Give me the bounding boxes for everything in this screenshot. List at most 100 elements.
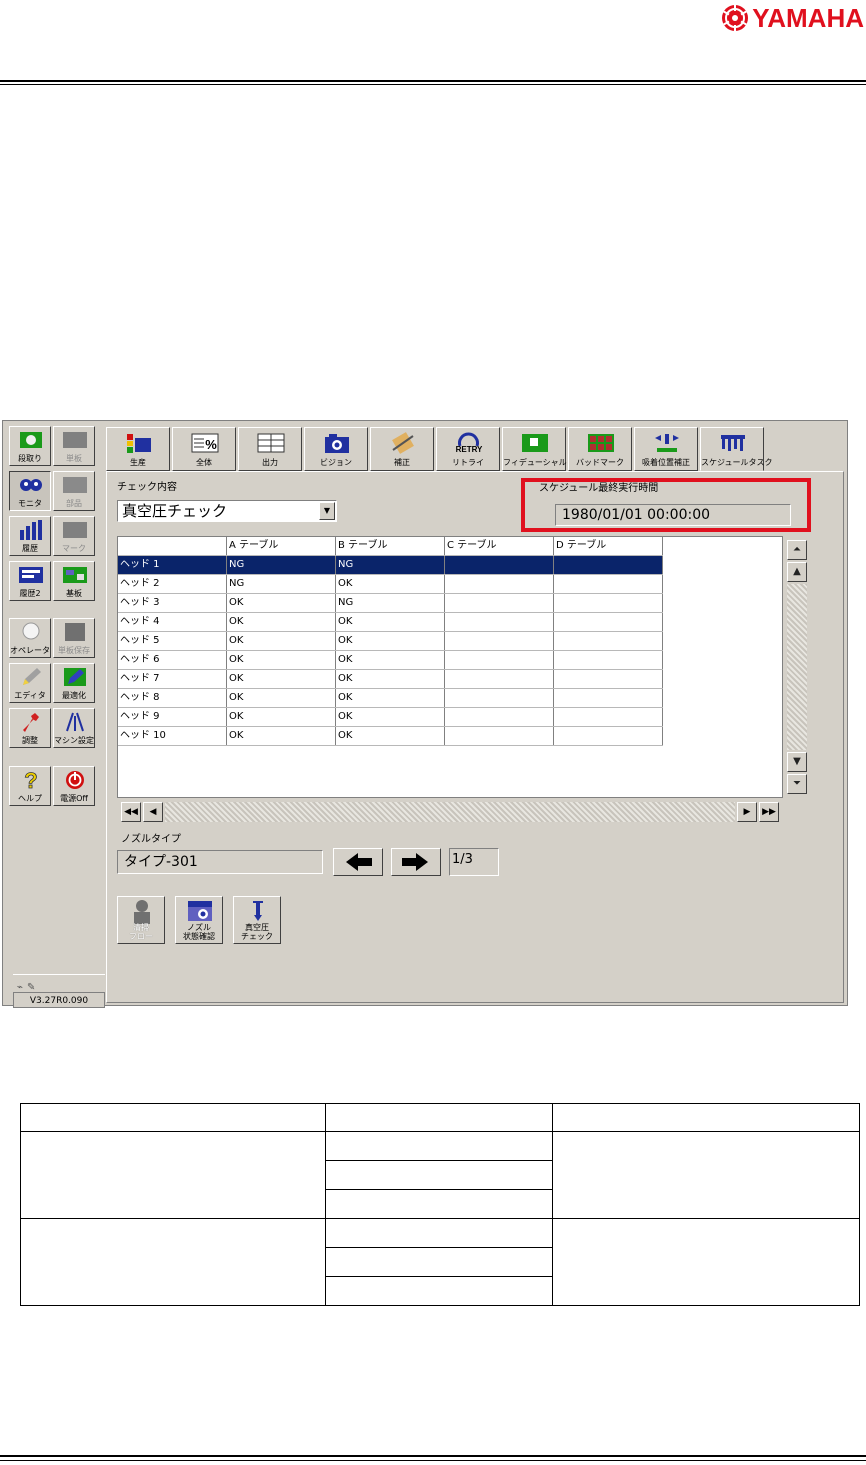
table-cell: OK: [226, 669, 336, 689]
adjust-button[interactable]: 調整: [9, 708, 51, 748]
table-row[interactable]: ヘッド 7 OK OK: [118, 669, 663, 689]
left-panel: 段取り 単板 モニタ 部品 履歴 マーク 履歴2 基板 オペレータ 単板保存 エ…: [7, 426, 105, 1008]
doc-cell: [325, 1276, 553, 1306]
scroll-bottom-button[interactable]: ⏷: [787, 774, 807, 794]
scroll-left-button[interactable]: ◀: [143, 802, 163, 822]
status-icons: ⌁ ✎: [13, 974, 105, 993]
pickup-position-icon: [655, 434, 679, 452]
table-cell: [444, 726, 554, 746]
power-icon: [66, 771, 84, 789]
setup-icon: [20, 432, 42, 448]
table-cell: [444, 707, 554, 727]
fiducial-icon: [522, 434, 548, 452]
table-cell: [553, 612, 663, 632]
vacuum-check-button[interactable]: 真空圧 チェック: [233, 896, 281, 944]
tab-output[interactable]: 出力: [238, 427, 302, 471]
chevron-down-icon[interactable]: ▼: [319, 502, 335, 520]
doc-cell: [325, 1218, 553, 1248]
table-row[interactable]: ヘッド 6 OK OK: [118, 650, 663, 670]
column-header: B テーブル: [335, 537, 445, 556]
tab-fiducial[interactable]: フィデューシャル: [502, 427, 567, 471]
scroll-up-button[interactable]: ▲: [787, 562, 807, 582]
history2-button[interactable]: 履歴2: [9, 561, 51, 601]
tab-vision[interactable]: ビジョン: [304, 427, 368, 471]
save-board-button[interactable]: 単板保存: [53, 618, 95, 658]
table-row[interactable]: ヘッド 1 NG NG: [118, 555, 663, 575]
table-row[interactable]: ヘッド 10 OK OK: [118, 726, 663, 746]
optimize-icon: [64, 668, 86, 686]
table-row: [20, 1218, 860, 1306]
editor-button[interactable]: エディタ: [9, 663, 51, 703]
vertical-scrollbar[interactable]: ⏶ ▲ ▼ ⏷: [785, 536, 809, 798]
power-off-button[interactable]: 電源Off: [53, 766, 95, 806]
tab-correction[interactable]: 補正: [370, 427, 434, 471]
cleaning-flow-button[interactable]: 清掃 フロー: [117, 896, 165, 944]
scroll-last-button[interactable]: ▶▶: [759, 802, 779, 822]
table-cell: OK: [335, 688, 445, 708]
tab-pickup-position[interactable]: 吸着位置補正: [634, 427, 698, 471]
history-button[interactable]: 履歴: [9, 516, 51, 556]
table-row: [20, 1131, 860, 1219]
tab-bar: 生産 % 全体 出力 ビジョン 補正 RETRY リトライ フィデューシャル バ…: [106, 427, 844, 471]
table-cell: OK: [226, 650, 336, 670]
tab-badmark[interactable]: バッドマーク: [568, 427, 632, 471]
table-cell: [444, 669, 554, 689]
logo-text: YAMAHA: [752, 2, 864, 33]
scroll-right-button[interactable]: ▶: [737, 802, 757, 822]
horizontal-scroll-track[interactable]: [165, 802, 735, 822]
table-cell: [553, 707, 663, 727]
machine-settings-button[interactable]: マシン設定: [53, 708, 95, 748]
tab-overall[interactable]: % 全体: [172, 427, 236, 471]
scroll-top-button[interactable]: ⏶: [787, 540, 807, 560]
mark-button[interactable]: マーク: [53, 516, 95, 556]
table-row[interactable]: ヘッド 5 OK OK: [118, 631, 663, 651]
table-cell: [553, 650, 663, 670]
column-header: D テーブル: [553, 537, 663, 556]
nozzle-type-field: タイプ-301: [117, 850, 323, 874]
tab-schedule-task[interactable]: スケジュールタスク: [700, 427, 772, 471]
editor-icon: [23, 668, 41, 685]
history-icon: [20, 520, 42, 540]
optimize-button[interactable]: 最適化: [53, 663, 95, 703]
doc-header-row: [20, 1103, 860, 1132]
table-row[interactable]: ヘッド 2 NG OK: [118, 574, 663, 594]
help-button[interactable]: ? ヘルプ: [9, 766, 51, 806]
board-button[interactable]: 単板: [53, 426, 95, 466]
vertical-scroll-track[interactable]: [787, 584, 807, 750]
doc-cell: [325, 1247, 553, 1277]
header-rule: [0, 80, 866, 82]
pcb-button[interactable]: 基板: [53, 561, 95, 601]
tab-production[interactable]: 生産: [106, 427, 170, 471]
camera-icon: [325, 434, 349, 453]
schedule-last-run-label: スケジュール最終実行時間: [539, 483, 659, 494]
parts-button[interactable]: 部品: [53, 471, 95, 511]
table-row[interactable]: ヘッド 8 OK OK: [118, 688, 663, 708]
operator-button[interactable]: オペレータ: [9, 618, 51, 658]
horizontal-scrollbar[interactable]: ◀◀ ◀ ▶ ▶▶: [117, 800, 783, 824]
setup-button[interactable]: 段取り: [9, 426, 51, 466]
check-content-select[interactable]: 真空圧チェック ▼: [117, 500, 337, 522]
scroll-down-button[interactable]: ▼: [787, 752, 807, 772]
table-cell: [553, 688, 663, 708]
scroll-first-button[interactable]: ◀◀: [121, 802, 141, 822]
table-row[interactable]: ヘッド 9 OK OK: [118, 707, 663, 727]
table-cell: [553, 555, 663, 575]
next-button[interactable]: [391, 848, 441, 876]
table-cell: OK: [226, 726, 336, 746]
monitor-button[interactable]: モニタ: [9, 471, 51, 511]
doc-cell: [325, 1160, 553, 1190]
nozzle-status-button[interactable]: ノズル 状態確認: [175, 896, 223, 944]
table-row[interactable]: ヘッド 3 OK NG: [118, 593, 663, 613]
operator-icon: [22, 622, 40, 640]
mark-icon: [63, 522, 87, 538]
previous-button[interactable]: [333, 848, 383, 876]
table-row[interactable]: ヘッド 4 OK OK: [118, 612, 663, 632]
yamaha-logo: YAMAHA: [720, 0, 864, 36]
svg-text:?: ?: [24, 770, 37, 790]
badmark-icon: [588, 434, 614, 452]
page-indicator: 1/3: [449, 848, 499, 876]
tab-retry[interactable]: RETRY リトライ: [436, 427, 500, 471]
schedule-task-panel: チェック内容 真空圧チェック ▼ スケジュール最終実行時間 1980/01/01…: [106, 471, 844, 1003]
table-header-row: A テーブル B テーブル C テーブル D テーブル: [118, 537, 663, 556]
table-cell: NG: [335, 593, 445, 613]
